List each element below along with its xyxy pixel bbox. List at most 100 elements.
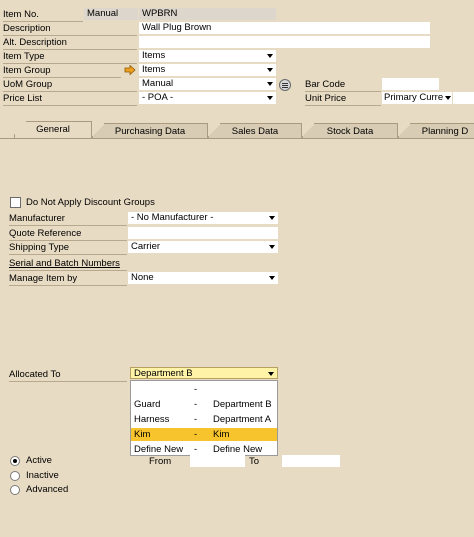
divider bbox=[9, 225, 127, 226]
divider bbox=[9, 270, 127, 271]
tab-planning-data[interactable]: Planning D bbox=[398, 123, 474, 138]
chevron-down-icon bbox=[268, 372, 274, 376]
price-list-select[interactable]: - POA - bbox=[139, 92, 276, 104]
description-field[interactable]: Wall Plug Brown bbox=[139, 22, 430, 34]
divider bbox=[3, 77, 121, 78]
shipping-type-label: Shipping Type bbox=[9, 242, 70, 253]
option-separator: - bbox=[194, 429, 198, 440]
manufacturer-label: Manufacturer bbox=[9, 213, 65, 224]
list-item[interactable]: - bbox=[131, 383, 277, 396]
manage-item-by-select[interactable]: None bbox=[128, 272, 278, 284]
uom-group-label: UoM Group bbox=[3, 79, 53, 90]
divider bbox=[3, 105, 137, 106]
unit-price-label: Unit Price bbox=[305, 93, 347, 104]
option-name: Department B bbox=[213, 399, 272, 410]
alt-description-label: Alt. Description bbox=[3, 37, 67, 48]
chevron-down-icon bbox=[267, 68, 273, 72]
discount-groups-label: Do Not Apply Discount Groups bbox=[26, 197, 155, 208]
item-type-label: Item Type bbox=[3, 51, 45, 62]
allocated-to-dropdown-list[interactable]: - Guard - Department B Harness - Departm… bbox=[130, 380, 278, 456]
to-label: To bbox=[249, 456, 260, 467]
quote-reference-field[interactable] bbox=[128, 227, 278, 239]
price-list-label: Price List bbox=[3, 93, 43, 104]
item-group-select[interactable]: Items bbox=[139, 64, 276, 76]
chevron-down-icon bbox=[267, 54, 273, 58]
option-code: Kim bbox=[134, 429, 151, 440]
item-group-label: Item Group bbox=[3, 65, 51, 76]
allocated-to-value: Department B bbox=[134, 368, 193, 379]
status-active-radio[interactable] bbox=[10, 456, 20, 466]
status-advanced-radio[interactable] bbox=[10, 485, 20, 495]
description-label: Description bbox=[3, 23, 51, 34]
manufacturer-select[interactable]: - No Manufacturer - bbox=[128, 212, 278, 224]
list-item-selected[interactable]: Kim - Kim bbox=[131, 428, 277, 441]
manage-item-by-value: None bbox=[131, 272, 154, 283]
divider bbox=[305, 91, 381, 92]
status-advanced-label: Advanced bbox=[26, 484, 69, 495]
tab-purchasing-data[interactable]: Purchasing Data bbox=[92, 123, 208, 138]
list-icon-line bbox=[282, 85, 288, 86]
option-name: Kim bbox=[213, 429, 230, 440]
from-label: From bbox=[149, 456, 172, 467]
tab-stock-data[interactable]: Stock Data bbox=[302, 123, 398, 138]
unit-price-field[interactable] bbox=[453, 92, 474, 104]
item-type-select[interactable]: Items bbox=[139, 50, 276, 62]
uom-group-select[interactable]: Manual bbox=[139, 78, 276, 90]
list-item[interactable]: Harness - Department A bbox=[131, 413, 277, 426]
item-no-label: Item No. bbox=[3, 9, 39, 20]
manage-item-by-label: Manage Item by bbox=[9, 273, 78, 284]
divider bbox=[9, 240, 127, 241]
option-code: Define New bbox=[134, 444, 184, 455]
divider bbox=[9, 381, 127, 382]
option-name: Department A bbox=[213, 414, 272, 425]
divider bbox=[3, 91, 137, 92]
allocated-to-select[interactable]: Department B bbox=[130, 367, 278, 379]
serial-batch-numbers-link[interactable]: Serial and Batch Numbers bbox=[9, 258, 120, 270]
status-inactive-radio[interactable] bbox=[10, 471, 20, 481]
divider bbox=[9, 285, 127, 286]
shipping-type-select[interactable]: Carrier bbox=[128, 241, 278, 253]
manufacturer-value: - No Manufacturer - bbox=[131, 212, 214, 223]
bar-code-label: Bar Code bbox=[305, 79, 346, 90]
divider bbox=[3, 35, 137, 36]
quote-reference-label: Quote Reference bbox=[9, 228, 82, 239]
uom-group-value: Manual bbox=[142, 78, 174, 89]
item-no-series-select[interactable]: Manual bbox=[84, 8, 138, 20]
unit-price-currency-value: Primary Curre bbox=[384, 92, 444, 103]
discount-groups-checkbox[interactable] bbox=[10, 197, 21, 208]
chevron-down-icon bbox=[269, 276, 275, 280]
item-type-value: Items bbox=[142, 50, 166, 61]
shipping-type-value: Carrier bbox=[131, 241, 161, 252]
list-icon-line bbox=[282, 87, 288, 88]
divider bbox=[305, 105, 381, 106]
tab-general[interactable]: General bbox=[14, 121, 92, 138]
from-date-field[interactable] bbox=[190, 455, 245, 467]
item-no-field[interactable]: WPBRN bbox=[139, 8, 276, 20]
bar-code-field[interactable] bbox=[382, 78, 439, 90]
chevron-down-icon bbox=[269, 216, 275, 220]
option-code: Guard bbox=[134, 399, 161, 410]
chevron-down-icon bbox=[445, 96, 451, 100]
divider bbox=[3, 49, 137, 50]
divider bbox=[3, 63, 137, 64]
to-date-field[interactable] bbox=[282, 455, 340, 467]
allocated-to-label: Allocated To bbox=[9, 369, 61, 380]
option-separator: - bbox=[194, 414, 198, 425]
chevron-down-icon bbox=[267, 96, 273, 100]
link-arrow-icon[interactable] bbox=[124, 65, 136, 75]
price-list-value: - POA - bbox=[142, 92, 174, 103]
list-icon bbox=[282, 83, 288, 84]
chevron-down-icon bbox=[267, 82, 273, 86]
uom-details-button[interactable] bbox=[279, 79, 291, 91]
status-inactive-label: Inactive bbox=[26, 470, 59, 481]
alt-description-field[interactable] bbox=[139, 36, 430, 48]
option-separator: - bbox=[194, 384, 198, 395]
status-active-label: Active bbox=[26, 455, 52, 466]
list-item[interactable]: Guard - Department B bbox=[131, 398, 277, 411]
chevron-down-icon bbox=[269, 245, 275, 249]
item-group-value: Items bbox=[142, 64, 166, 75]
unit-price-currency-select[interactable]: Primary Curre bbox=[382, 92, 452, 104]
option-separator: - bbox=[194, 399, 198, 410]
divider bbox=[3, 21, 83, 22]
tab-sales-data[interactable]: Sales Data bbox=[208, 123, 302, 138]
